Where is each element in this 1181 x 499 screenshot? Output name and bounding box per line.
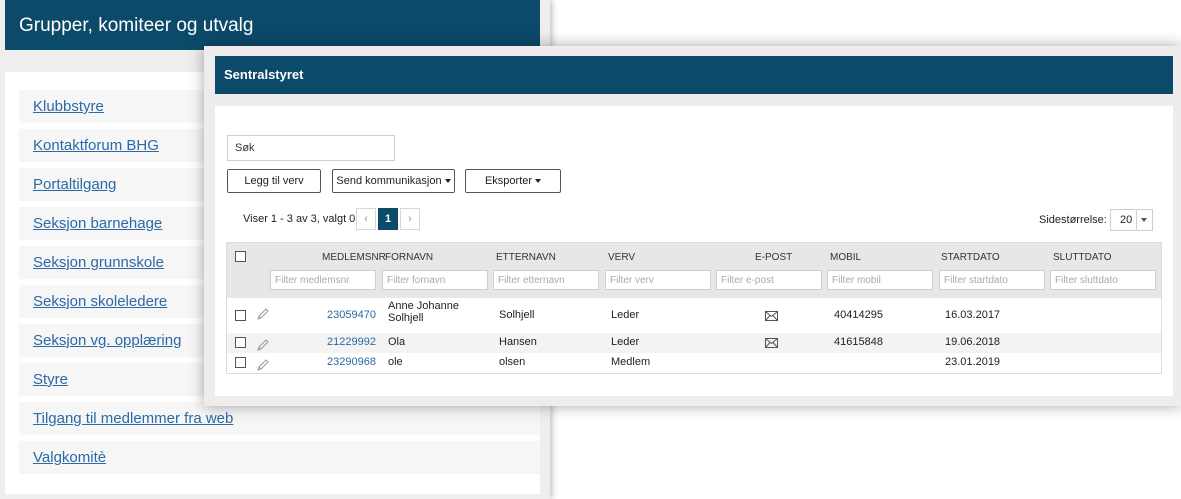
- page-size-value: 20: [1120, 214, 1133, 226]
- caret-down-icon: [444, 179, 451, 184]
- page-title: Grupper, komiteer og utvalg: [5, 0, 540, 50]
- filter-role-input[interactable]: [605, 270, 711, 290]
- group-link-seksjon-vg[interactable]: Seksjon vg. opplæring: [33, 332, 181, 349]
- pager-summary: Viser 1 - 3 av 3, valgt 0: [243, 213, 356, 225]
- startdate-cell: 16.03.2017: [945, 309, 1001, 321]
- row-checkbox[interactable]: [235, 357, 246, 368]
- column-memberno[interactable]: MEDLEMSNR: [322, 252, 386, 263]
- mobile-cell: 41615848: [834, 336, 883, 348]
- caret-down-icon: [535, 179, 542, 184]
- select-all-checkbox[interactable]: [235, 251, 246, 262]
- add-role-button[interactable]: Legg til verv: [227, 169, 321, 193]
- group-link-kontaktforum[interactable]: Kontaktforum BHG: [33, 137, 159, 154]
- export-label: Eksporter: [484, 175, 533, 187]
- role-cell: Medlem: [611, 356, 651, 368]
- send-communication-button[interactable]: Send kommunikasjon: [332, 169, 455, 193]
- firstname-line: Anne Johanne: [388, 300, 459, 312]
- column-startdate[interactable]: STARTDATO: [941, 252, 1000, 263]
- table-header: MEDLEMSNR FORNAVN ETTERNAVN VERV E-POST …: [227, 243, 1161, 298]
- role-cell: Leder: [611, 336, 640, 348]
- group-link-valgkomite[interactable]: Valgkomitè: [33, 449, 106, 466]
- startdate-cell: 19.06.2018: [945, 336, 1001, 348]
- page-size-label: Sidestørrelse:: [1039, 214, 1107, 226]
- filter-email-input[interactable]: [716, 270, 822, 290]
- group-link-seksjon-skoleledere[interactable]: Seksjon skoleledere: [33, 293, 167, 310]
- firstname-cell: Anne Johanne Solhjell: [388, 300, 459, 324]
- group-members-dialog: Sentralstyret Legg til verv Send kommuni…: [204, 46, 1181, 406]
- memberno-link[interactable]: 23059470: [306, 309, 376, 321]
- filter-startdate-input[interactable]: [939, 270, 1045, 290]
- page-size-select[interactable]: 20: [1110, 209, 1153, 231]
- row-checkbox[interactable]: [235, 310, 246, 321]
- envelope-icon[interactable]: [765, 338, 778, 348]
- table-row: 21229992 Ola Hansen Leder 41615848 19.06…: [227, 333, 1161, 353]
- next-page-button[interactable]: ›: [400, 208, 420, 230]
- send-communication-label: Send kommunikasjon: [336, 175, 442, 187]
- dialog-body: Legg til verv Send kommunikasjon Eksport…: [215, 106, 1173, 396]
- column-enddate[interactable]: SLUTTDATO: [1053, 252, 1112, 263]
- list-item[interactable]: Tilgang til medlemmer fra web: [19, 402, 540, 435]
- members-table: MEDLEMSNR FORNAVN ETTERNAVN VERV E-POST …: [226, 242, 1162, 374]
- firstname-line: Solhjell: [388, 312, 424, 324]
- group-link-portaltilgang[interactable]: Portaltilgang: [33, 176, 116, 193]
- export-button[interactable]: Eksporter: [465, 169, 561, 193]
- filter-memberno-input[interactable]: [270, 270, 376, 290]
- row-checkbox[interactable]: [235, 337, 246, 348]
- lastname-cell: Hansen: [499, 336, 537, 348]
- group-link-tilgang[interactable]: Tilgang til medlemmer fra web: [33, 410, 233, 427]
- mobile-cell: 40414295: [834, 309, 883, 321]
- memberno-link[interactable]: 21229992: [306, 336, 376, 348]
- column-firstname[interactable]: FORNAVN: [385, 252, 433, 263]
- group-link-styre[interactable]: Styre: [33, 371, 68, 388]
- memberno-link[interactable]: 23290968: [306, 356, 376, 368]
- group-link-klubbstyre[interactable]: Klubbstyre: [33, 98, 104, 115]
- pencil-icon[interactable]: [256, 307, 270, 321]
- column-lastname[interactable]: ETTERNAVN: [496, 252, 556, 263]
- firstname-cell: Ola: [388, 336, 406, 348]
- dialog-title: Sentralstyret: [215, 56, 1173, 94]
- add-role-label: Legg til verv: [244, 175, 304, 187]
- page-1-button[interactable]: 1: [378, 208, 398, 230]
- column-role[interactable]: VERV: [608, 252, 635, 263]
- lastname-cell: Solhjell: [499, 309, 535, 321]
- group-link-seksjon-grunnskole[interactable]: Seksjon grunnskole: [33, 254, 164, 271]
- filter-mobile-input[interactable]: [827, 270, 933, 290]
- table-row: 23059470 Anne Johanne Solhjell Solhjell …: [227, 298, 1161, 333]
- list-item[interactable]: Valgkomitè: [19, 441, 540, 474]
- envelope-icon[interactable]: [765, 311, 778, 321]
- column-email[interactable]: E-POST: [755, 252, 792, 263]
- filter-firstname-input[interactable]: [382, 270, 488, 290]
- prev-page-button[interactable]: ‹: [356, 208, 376, 230]
- pencil-icon[interactable]: [256, 338, 270, 352]
- filter-lastname-input[interactable]: [493, 270, 599, 290]
- search-input[interactable]: [227, 135, 395, 161]
- column-mobile[interactable]: MOBIL: [830, 252, 861, 263]
- chevron-down-icon: [1136, 210, 1152, 230]
- role-cell: Leder: [611, 309, 640, 321]
- table-row: 23290968 ole olsen Medlem 23.01.2019: [227, 353, 1161, 373]
- startdate-cell: 23.01.2019: [945, 356, 1001, 368]
- pencil-icon[interactable]: [256, 358, 270, 372]
- group-link-seksjon-barnehage[interactable]: Seksjon barnehage: [33, 215, 162, 232]
- firstname-cell: ole: [388, 356, 403, 368]
- filter-enddate-input[interactable]: [1050, 270, 1156, 290]
- lastname-cell: olsen: [499, 356, 526, 368]
